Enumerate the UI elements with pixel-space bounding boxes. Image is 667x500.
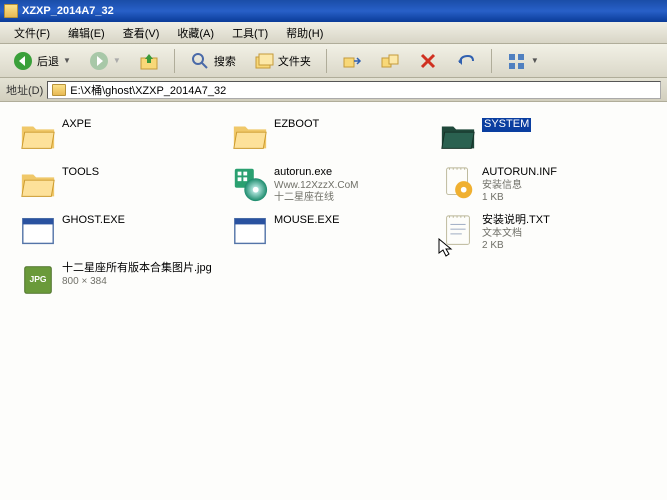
item-label: autorun.exe [274, 166, 358, 180]
search-icon [190, 51, 210, 71]
item-sub: 1 KB [482, 192, 557, 205]
menu-tools[interactable]: 工具(T) [224, 22, 276, 44]
file-autorun-inf[interactable]: AUTORUN.INF 安装信息 1 KB [438, 164, 638, 205]
item-sub: 文本文档 [482, 228, 550, 241]
folder-icon [18, 164, 58, 204]
file-autorun-exe[interactable]: autorun.exe Www.12XzzX.CoM 十二星座在线 [230, 164, 430, 205]
undo-button[interactable] [449, 48, 483, 74]
folder-system[interactable]: SYSTEM [438, 116, 638, 156]
svg-text:JPG: JPG [29, 274, 46, 284]
item-label: EZBOOT [274, 118, 319, 132]
separator [491, 49, 492, 73]
folder-icon [18, 116, 58, 156]
item-label: AXPE [62, 118, 91, 132]
window-title: XZXP_2014A7_32 [22, 5, 114, 17]
cursor-icon [438, 238, 454, 261]
item-label: AUTORUN.INF [482, 166, 557, 180]
file-jpg[interactable]: JPG 十二星座所有版本合集图片.jpg 800 × 384 [18, 260, 218, 300]
chevron-down-icon: ▼ [531, 56, 539, 65]
menu-view[interactable]: 查看(V) [115, 22, 168, 44]
folders-label: 文件夹 [278, 53, 311, 69]
folder-icon [52, 84, 66, 96]
views-icon [507, 51, 527, 71]
item-sub: 800 × 384 [62, 276, 212, 289]
folders-icon [254, 51, 274, 71]
back-label: 后退 [37, 53, 59, 69]
back-icon [13, 51, 33, 71]
up-folder-icon [139, 51, 159, 71]
separator [326, 49, 327, 73]
menu-help[interactable]: 帮助(H) [278, 22, 331, 44]
folders-button[interactable]: 文件夹 [247, 48, 318, 74]
item-label: SYSTEM [482, 118, 531, 132]
separator [174, 49, 175, 73]
chevron-down-icon: ▼ [113, 56, 121, 65]
item-label: TOOLS [62, 166, 99, 180]
menubar: 文件(F) 编辑(E) 查看(V) 收藏(A) 工具(T) 帮助(H) [0, 22, 667, 44]
search-label: 搜索 [214, 53, 236, 69]
forward-button[interactable]: ▼ [82, 48, 128, 74]
titlebar: XZXP_2014A7_32 [0, 0, 667, 22]
file-install-txt[interactable]: 安装说明.TXT 文本文档 2 KB [438, 212, 638, 253]
item-sub: 2 KB [482, 240, 550, 253]
item-label: 安装说明.TXT [482, 214, 550, 228]
file-list[interactable]: AXPE TOOLS GHOST.EXE JPG 十二星座所有版本合集图片.jp… [0, 102, 667, 500]
address-field[interactable]: E:\X桶\ghost\XZXP_2014A7_32 [47, 81, 661, 99]
forward-icon [89, 51, 109, 71]
exe-icon [18, 212, 58, 252]
move-button[interactable] [335, 48, 369, 74]
menu-fav[interactable]: 收藏(A) [169, 22, 222, 44]
address-path: E:\X桶\ghost\XZXP_2014A7_32 [70, 82, 226, 98]
exe-icon [230, 212, 270, 252]
item-sub: Www.12XzzX.CoM [274, 180, 358, 193]
back-button[interactable]: 后退 ▼ [6, 48, 78, 74]
addressbar: 地址(D) E:\X桶\ghost\XZXP_2014A7_32 [0, 78, 667, 102]
folder-icon [4, 4, 18, 18]
folder-icon [230, 116, 270, 156]
menu-file[interactable]: 文件(F) [6, 22, 58, 44]
copy-icon [380, 51, 400, 71]
move-icon [342, 51, 362, 71]
installer-icon [230, 164, 270, 204]
folder-tools[interactable]: TOOLS [18, 164, 218, 204]
file-mouse-exe[interactable]: MOUSE.EXE [230, 212, 430, 252]
delete-button[interactable] [411, 48, 445, 74]
item-label: MOUSE.EXE [274, 214, 339, 228]
menu-edit[interactable]: 编辑(E) [60, 22, 113, 44]
undo-icon [456, 51, 476, 71]
folder-icon [438, 116, 478, 156]
item-label: 十二星座所有版本合集图片.jpg [62, 262, 212, 276]
item-label: GHOST.EXE [62, 214, 125, 228]
search-button[interactable]: 搜索 [183, 48, 243, 74]
jpg-icon: JPG [18, 260, 58, 300]
folder-ezboot[interactable]: EZBOOT [230, 116, 430, 156]
folder-axpe[interactable]: AXPE [18, 116, 218, 156]
inf-icon [438, 164, 478, 204]
item-sub: 十二星座在线 [274, 192, 358, 205]
up-button[interactable] [132, 48, 166, 74]
views-button[interactable]: ▼ [500, 48, 546, 74]
file-ghost-exe[interactable]: GHOST.EXE [18, 212, 218, 252]
toolbar: 后退 ▼ ▼ 搜索 文件夹 ▼ [0, 44, 667, 78]
chevron-down-icon: ▼ [63, 56, 71, 65]
delete-icon [418, 51, 438, 71]
address-label: 地址(D) [6, 82, 43, 98]
copy-button[interactable] [373, 48, 407, 74]
item-sub: 安装信息 [482, 180, 557, 193]
